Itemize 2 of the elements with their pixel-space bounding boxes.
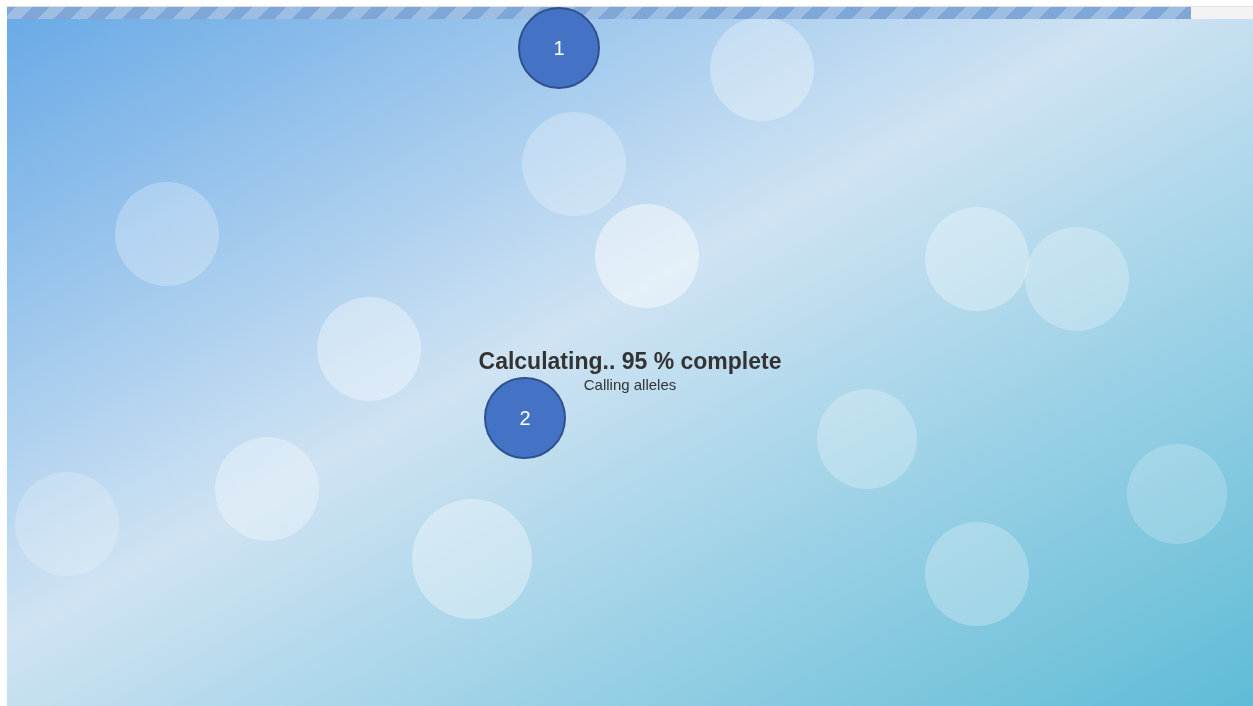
status-detail: Calling alleles: [583, 375, 677, 395]
status-heading: Calculating.. 95 % complete: [478, 347, 782, 375]
